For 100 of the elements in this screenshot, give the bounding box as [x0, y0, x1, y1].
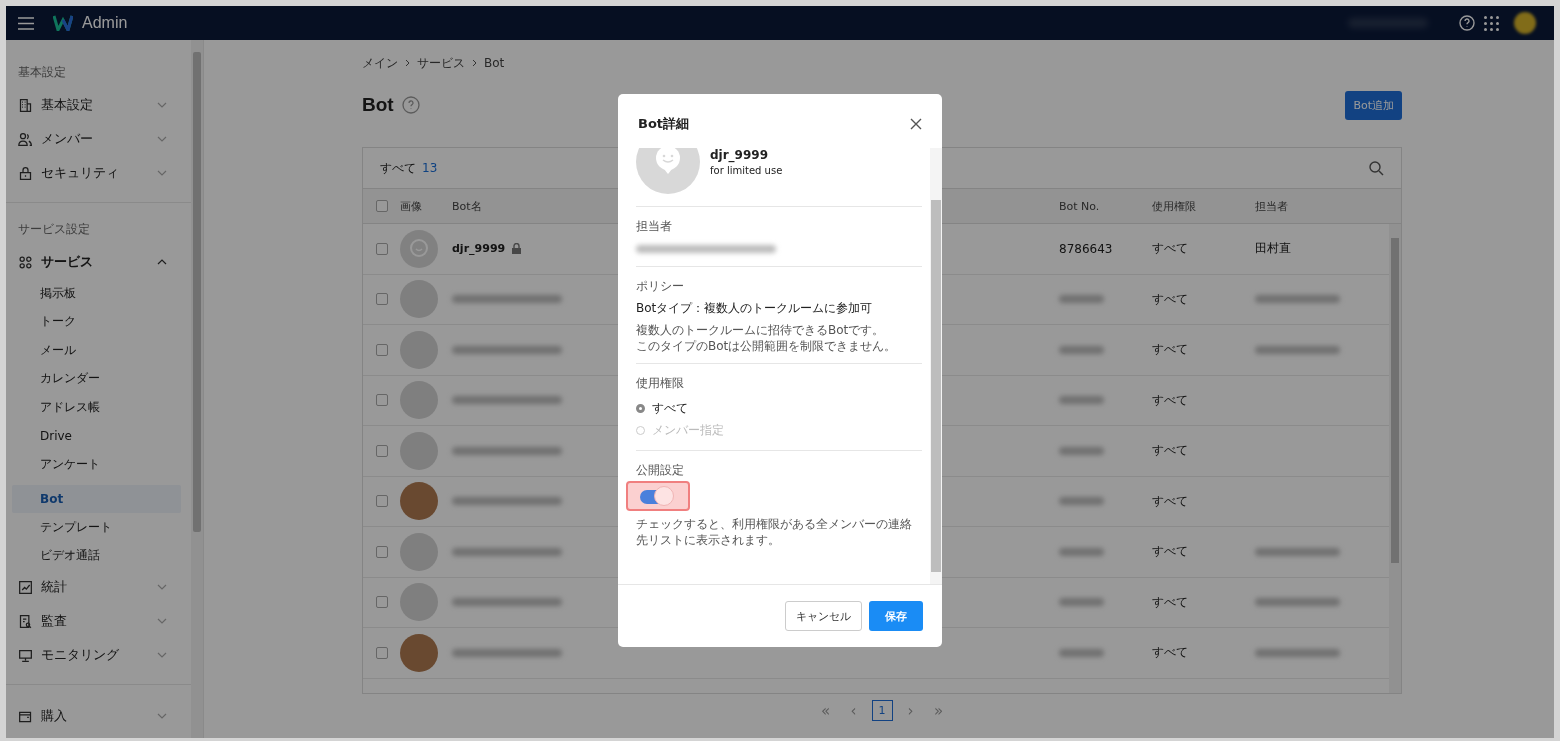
add-bot-button[interactable]: Bot追加 [1345, 90, 1402, 120]
sidebar-subitem[interactable]: アンケート [6, 450, 181, 479]
scrollbar[interactable] [1389, 224, 1401, 693]
lock-icon [18, 165, 33, 181]
redacted-text [1059, 547, 1104, 556]
audit-icon [18, 613, 33, 629]
avatar-placeholder [400, 280, 438, 319]
radio-option[interactable]: すべて [636, 397, 922, 419]
building-icon [18, 97, 33, 113]
page-button[interactable]: 1 [871, 700, 893, 721]
sidebar-subitem[interactable]: トーク [6, 307, 181, 336]
section-heading: サービス設定 [17, 221, 91, 238]
field-label: ポリシー [636, 278, 685, 295]
chevron-icon [157, 102, 167, 108]
field-label: 担当者 [636, 218, 673, 235]
sidebar-subitem[interactable]: Bot [12, 484, 181, 513]
table-cell-text: すべて [1152, 543, 1189, 561]
sidebar-subitem[interactable]: アドレス帳 [6, 393, 181, 422]
sidebar-item[interactable]: メンバー [6, 122, 191, 156]
sidebar-subitem[interactable]: ビデオ通話 [6, 541, 181, 570]
total-label: すべて [380, 159, 416, 177]
field-label: 公開設定 [636, 462, 685, 479]
toggle-note: チェックすると、利用権限がある全メンバーの連絡先リストに表示されます。 [636, 516, 913, 548]
sidebar-item[interactable]: 基本設定 [6, 88, 191, 122]
save-button[interactable]: 保存 [869, 601, 923, 631]
table-cell: 田村直 [1255, 241, 1291, 256]
bot-avatar-icon [400, 229, 438, 268]
photo-placeholder [400, 482, 438, 521]
field-label: 使用権限 [636, 375, 685, 392]
redacted-text [1059, 598, 1104, 607]
sidebar-item[interactable]: 購入 [6, 699, 191, 733]
close-icon[interactable] [910, 118, 922, 130]
apps-grid-icon[interactable] [1484, 15, 1499, 31]
checkbox[interactable] [376, 343, 388, 356]
sidebar-item[interactable]: セキュリティ [6, 156, 191, 190]
sidebar-subitem[interactable]: 掲示板 [6, 279, 181, 308]
sidebar-item[interactable]: 監査 [6, 604, 191, 638]
redacted-text [1059, 345, 1104, 354]
table-cell-text: すべて [1152, 644, 1189, 662]
breadcrumb-item[interactable]: メイン [362, 54, 398, 72]
total-count: 13 [422, 161, 438, 175]
grid-icon [18, 254, 33, 270]
avatar-placeholder [400, 532, 438, 571]
chevron-icon [157, 259, 167, 265]
search-icon[interactable] [1369, 160, 1384, 176]
sidebar-subitem[interactable]: メール [6, 336, 181, 365]
avatar-placeholder [400, 583, 438, 622]
chevron-icon [157, 136, 167, 142]
redacted-text [1059, 648, 1104, 657]
column-header: 画像 [400, 198, 423, 214]
logo-icon [53, 15, 73, 31]
policy-note: このタイプのBotは公開範囲を制限できません。 [636, 338, 898, 354]
checkbox[interactable] [376, 200, 388, 212]
sidebar-subitem[interactable]: テンプレート [6, 513, 181, 542]
breadcrumb-item[interactable]: サービス [417, 54, 465, 72]
table-cell-text: すべて [1152, 240, 1189, 258]
redacted-text [1059, 446, 1104, 455]
checkbox[interactable] [376, 394, 388, 407]
checkbox[interactable] [376, 596, 388, 609]
cancel-button[interactable]: キャンセル [785, 601, 862, 631]
chevron-right-icon [472, 59, 477, 67]
sidebar-subitem[interactable]: カレンダー [6, 364, 181, 393]
sidebar-item[interactable]: 統計 [6, 570, 191, 604]
page-title: Bot [362, 94, 394, 116]
avatar-placeholder [400, 381, 438, 420]
scrollbar[interactable] [930, 148, 942, 584]
checkbox[interactable] [376, 495, 388, 508]
monitor-icon [18, 647, 33, 663]
bot-avatar-icon [636, 148, 700, 194]
menu-icon[interactable] [18, 16, 34, 30]
chevron-right-icon [405, 59, 410, 67]
chart-icon [18, 579, 33, 595]
table-cell-text: すべて [1152, 391, 1189, 409]
checkbox[interactable] [376, 242, 388, 255]
sidebar-item[interactable]: サービス [6, 245, 191, 279]
checkbox[interactable] [376, 545, 388, 558]
scrollbar[interactable] [191, 40, 203, 738]
redacted-text [1059, 497, 1104, 506]
checkbox[interactable] [376, 293, 388, 306]
checkbox[interactable] [376, 444, 388, 457]
sidebar-subitem[interactable]: Drive [6, 421, 181, 450]
redacted-text [1059, 396, 1104, 405]
sidebar-item[interactable]: モニタリング [6, 638, 191, 672]
column-header: Bot名 [452, 198, 483, 214]
checkbox[interactable] [376, 646, 388, 659]
chevron-icon [157, 618, 167, 624]
table-cell: 8786643 [1059, 241, 1113, 256]
people-icon [18, 131, 33, 147]
dialog-title: Bot詳細 [638, 115, 690, 133]
chevron-icon [157, 713, 167, 719]
column-header: 担当者 [1255, 198, 1289, 214]
table-cell: djr_9999 [452, 242, 506, 256]
table-cell-text: すべて [1152, 492, 1189, 510]
table-cell-text: すべて [1152, 593, 1189, 611]
table-cell-text: すべて [1152, 341, 1189, 359]
breadcrumb-item[interactable]: Bot [484, 56, 505, 70]
column-header: 使用権限 [1152, 198, 1197, 214]
section-heading: 基本設定 [17, 64, 67, 81]
table-cell-text: すべて [1152, 290, 1189, 308]
user-avatar[interactable] [1514, 12, 1536, 34]
